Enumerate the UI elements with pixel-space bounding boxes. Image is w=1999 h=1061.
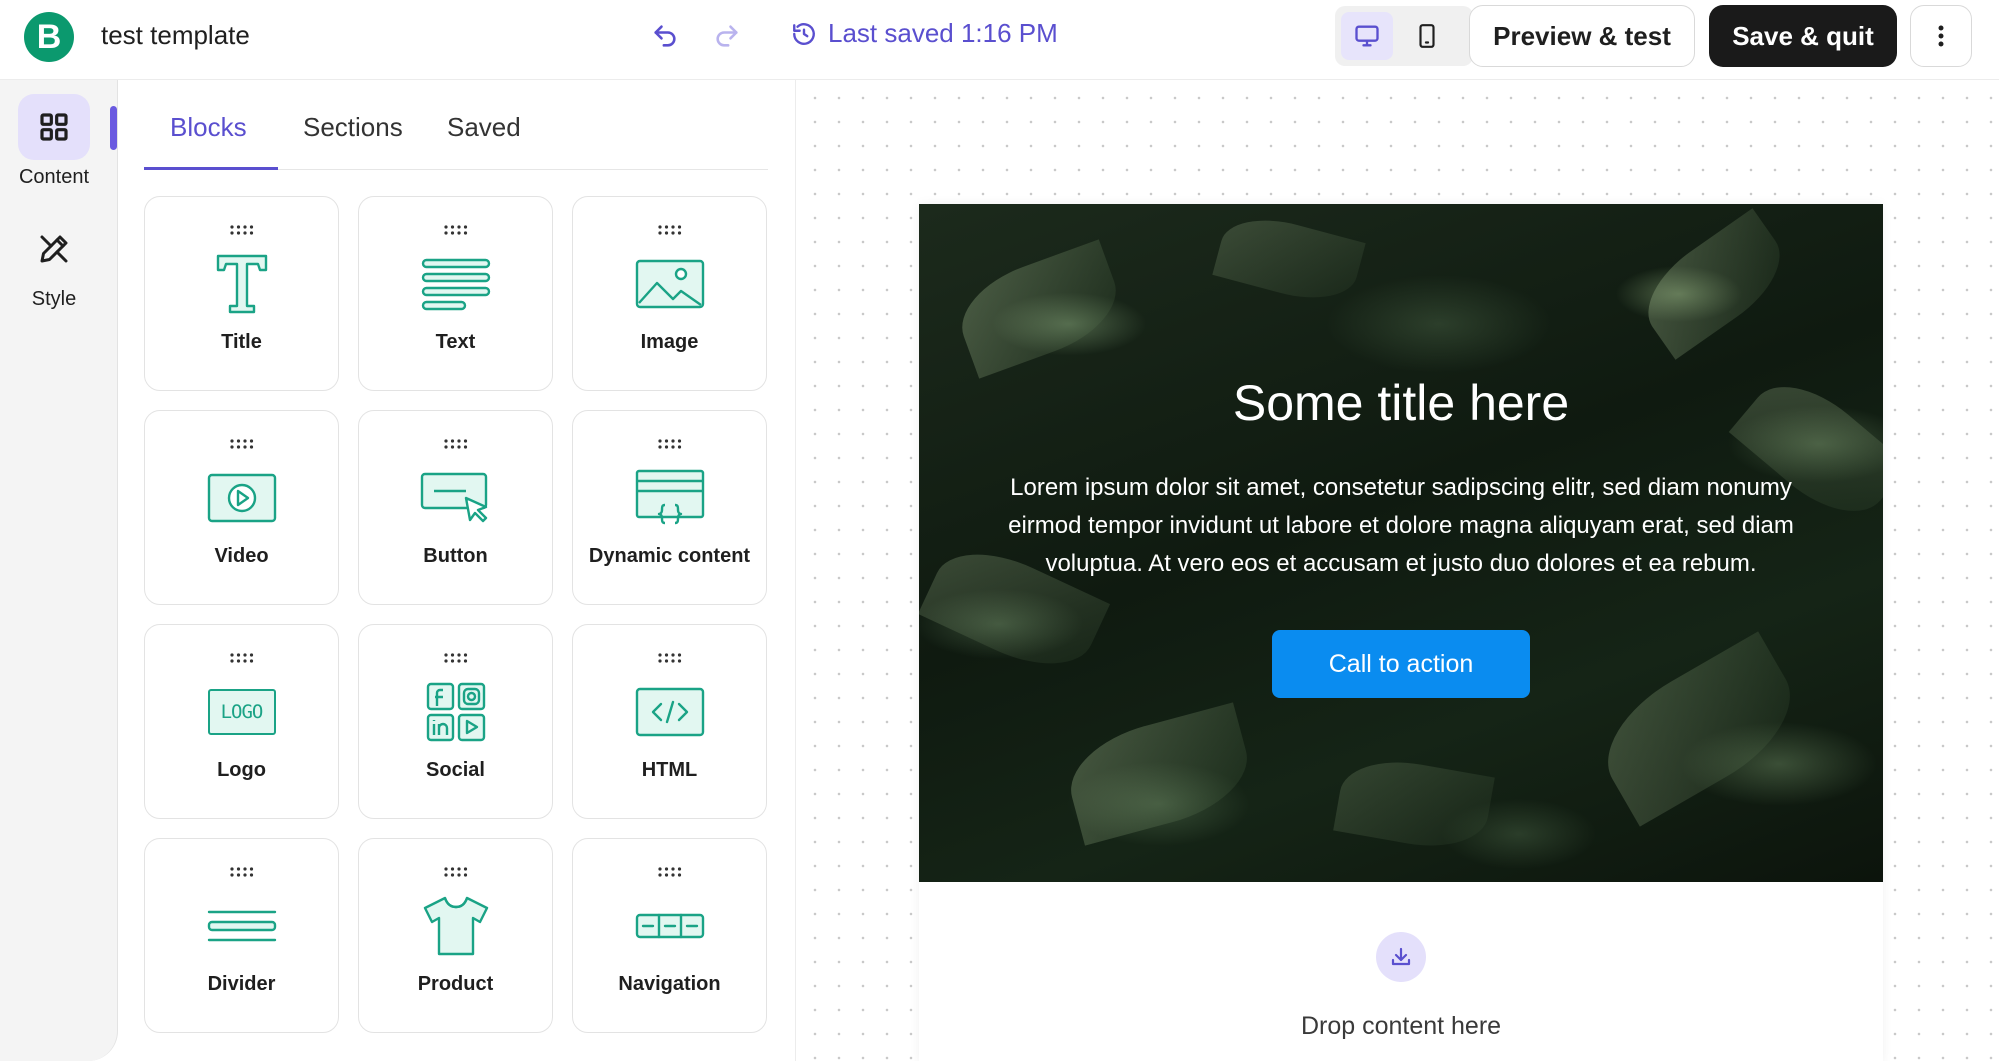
block-label: Text — [435, 331, 476, 353]
image-icon — [635, 259, 704, 309]
block-text[interactable]: Text — [358, 196, 553, 391]
block-label: Social — [426, 759, 485, 781]
left-rail: Content Style — [0, 80, 118, 1061]
undo-icon — [654, 25, 676, 47]
document-title[interactable]: test template — [101, 20, 250, 51]
leaf-decoration — [1333, 751, 1495, 857]
rail-item-content[interactable]: Content — [0, 94, 108, 189]
desktop-icon — [1355, 25, 1379, 47]
saved-status[interactable]: Last saved 1:16 PM — [790, 18, 1058, 49]
dynamic-content-icon — [635, 469, 704, 525]
drag-handle-icon — [443, 867, 467, 877]
drag-handle-icon — [229, 225, 253, 235]
block-dynamic-content[interactable]: Dynamic content — [572, 410, 767, 605]
block-image[interactable]: Image — [572, 196, 767, 391]
html-icon — [635, 687, 704, 737]
block-html[interactable]: HTML — [572, 624, 767, 819]
leaf-decoration — [948, 239, 1130, 379]
desktop-view-button[interactable] — [1341, 12, 1393, 60]
app-logo[interactable]: B — [24, 12, 74, 62]
download-icon — [1376, 932, 1426, 982]
block-label: Logo — [217, 759, 266, 781]
leaf-decoration — [1584, 631, 1814, 827]
hero-body-text[interactable]: Lorem ipsum dolor sit amet, consetetur s… — [974, 469, 1828, 583]
drag-handle-icon — [229, 867, 253, 877]
drag-handle-icon — [657, 439, 681, 449]
save-quit-button[interactable]: Save & quit — [1709, 5, 1897, 67]
history-icon — [790, 20, 818, 48]
undo-button[interactable] — [645, 16, 685, 56]
drag-handle-icon — [657, 653, 681, 663]
block-label: Image — [640, 331, 699, 353]
drop-zone-text: Drop content here — [1300, 1012, 1502, 1040]
leaf-decoration — [1629, 208, 1799, 360]
device-toggle — [1335, 6, 1473, 66]
call-to-action-button[interactable]: Call to action — [1272, 630, 1530, 698]
blocks-panel: Blocks Sections Saved Title Text Image V… — [118, 80, 796, 1061]
block-label: Button — [423, 545, 488, 567]
block-button[interactable]: Button — [358, 410, 553, 605]
product-icon — [423, 896, 488, 956]
redo-button[interactable] — [707, 16, 747, 56]
drag-handle-icon — [443, 439, 467, 449]
grid-icon — [40, 113, 68, 141]
redo-icon — [716, 25, 738, 47]
saved-status-text: Last saved 1:16 PM — [828, 18, 1058, 48]
hero-title[interactable]: Some title here — [919, 374, 1883, 432]
drag-handle-icon — [443, 225, 467, 235]
button-icon — [420, 472, 487, 523]
leaf-decoration — [1059, 702, 1259, 846]
hero-section[interactable]: Some title here Lorem ipsum dolor sit am… — [919, 204, 1883, 882]
email-preview: Some title here Lorem ipsum dolor sit am… — [919, 204, 1883, 1061]
tab-sections[interactable]: Sections — [303, 112, 403, 143]
block-navigation[interactable]: Navigation — [572, 838, 767, 1033]
rail-item-label: Style — [31, 288, 77, 310]
title-icon — [216, 254, 267, 314]
navigation-icon — [635, 913, 704, 939]
divider-icon — [207, 910, 276, 942]
drag-handle-icon — [657, 225, 681, 235]
block-video[interactable]: Video — [144, 410, 339, 605]
block-label: Navigation — [618, 973, 721, 995]
rail-item-style[interactable]: Style — [0, 216, 108, 311]
more-options-button[interactable] — [1910, 5, 1972, 67]
block-divider[interactable]: Divider — [144, 838, 339, 1033]
editor-canvas[interactable]: Some title here Lorem ipsum dolor sit am… — [797, 80, 1999, 1061]
block-label: HTML — [641, 759, 698, 781]
rail-item-label: Content — [18, 166, 90, 188]
block-label: Video — [214, 545, 269, 567]
block-product[interactable]: Product — [358, 838, 553, 1033]
logo-icon-text: LOGO — [220, 701, 264, 723]
drag-handle-icon — [229, 653, 253, 663]
top-bar: B test template Last saved 1:16 PM Previ… — [0, 0, 1999, 80]
brush-ruler-icon — [40, 235, 68, 263]
drop-zone[interactable]: Drop content here — [919, 882, 1883, 1061]
mobile-icon — [1419, 24, 1435, 48]
rail-active-indicator — [110, 106, 117, 150]
leaf-decoration — [1212, 207, 1366, 311]
active-tab-indicator — [144, 167, 278, 170]
block-logo[interactable]: LOGO Logo — [144, 624, 339, 819]
panel-tabs: Blocks Sections Saved — [144, 80, 768, 170]
preview-test-button[interactable]: Preview & test — [1469, 5, 1695, 67]
drag-handle-icon — [229, 439, 253, 449]
block-label: Divider — [207, 973, 276, 995]
more-vertical-icon — [1938, 25, 1944, 47]
block-label: Title — [221, 331, 262, 353]
block-label: Dynamic content — [588, 545, 751, 567]
tab-blocks[interactable]: Blocks — [170, 112, 247, 143]
video-icon — [207, 473, 276, 523]
block-label: Product — [417, 973, 494, 995]
drag-handle-icon — [443, 653, 467, 663]
tab-saved[interactable]: Saved — [447, 112, 521, 143]
mobile-view-button[interactable] — [1401, 12, 1453, 60]
block-social[interactable]: Social — [358, 624, 553, 819]
social-icon — [426, 682, 485, 742]
text-icon — [421, 258, 490, 311]
block-title[interactable]: Title — [144, 196, 339, 391]
logo-icon: LOGO — [207, 689, 276, 735]
drag-handle-icon — [657, 867, 681, 877]
